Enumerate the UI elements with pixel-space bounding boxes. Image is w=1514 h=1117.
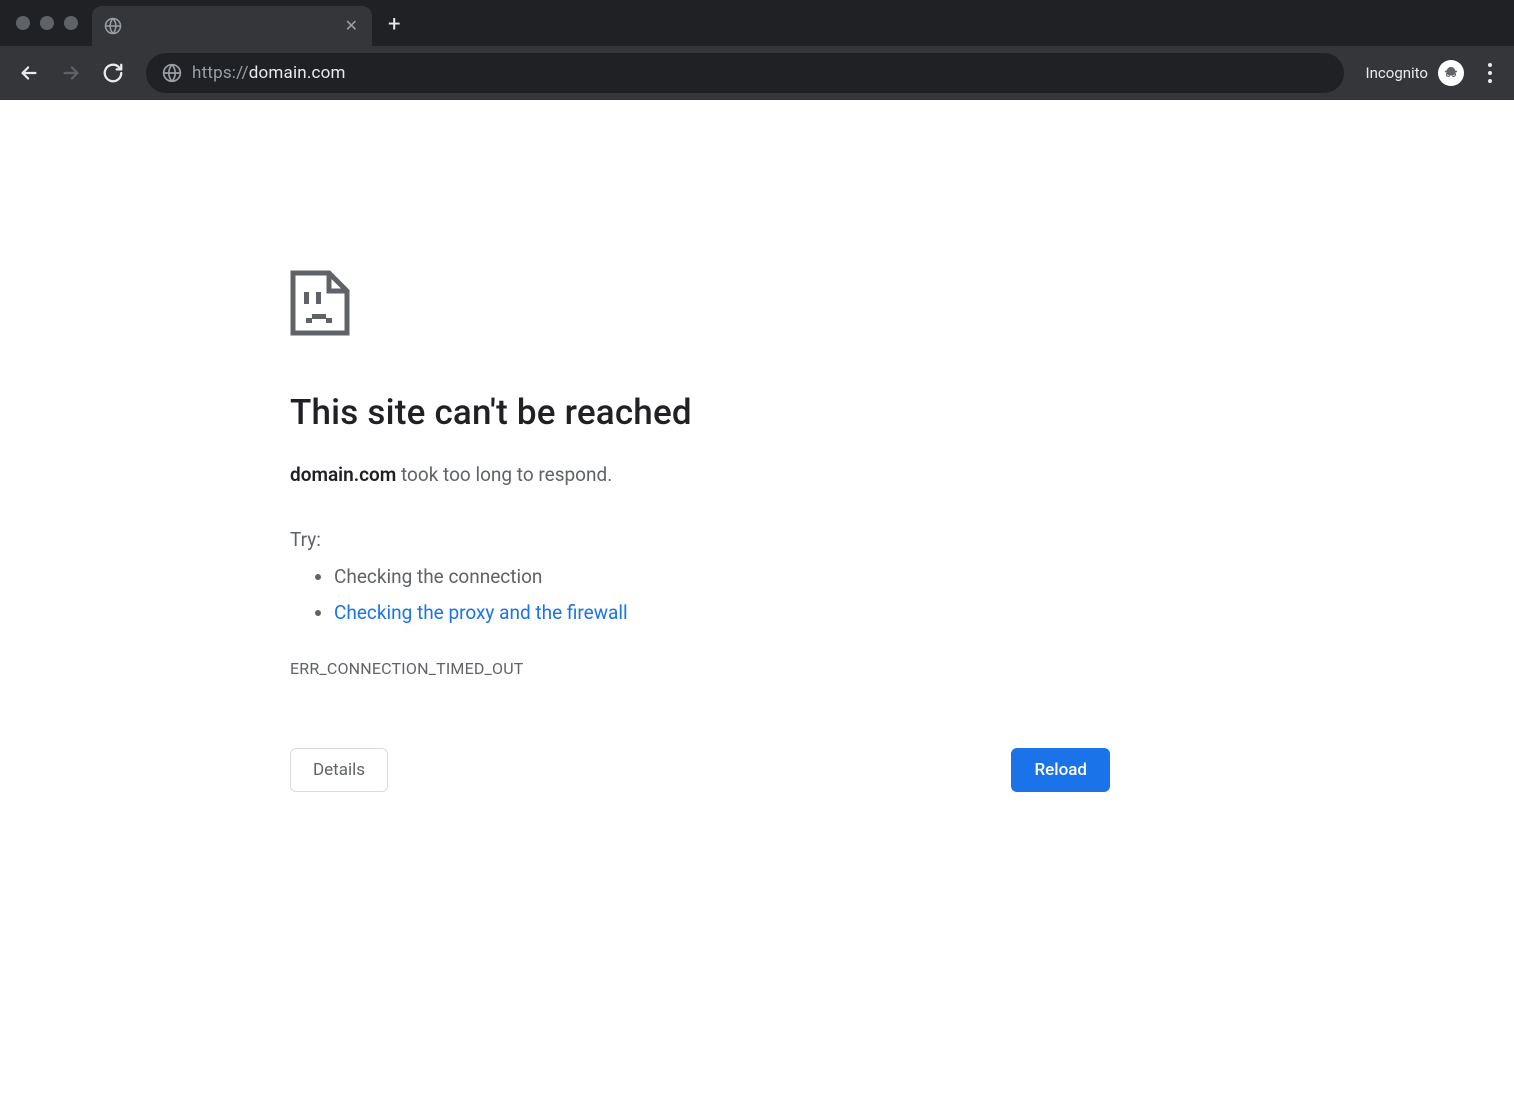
suggestion-check-connection: Checking the connection [334, 565, 542, 588]
error-container: This site can't be reached domain.com to… [290, 270, 1110, 792]
address-bar[interactable]: https://domain.com [146, 53, 1344, 93]
suggestion-item: Checking the connection [334, 559, 1110, 595]
toolbar: https://domain.com Incognito [0, 46, 1514, 100]
new-tab-button[interactable]: + [378, 10, 410, 40]
window-close-button[interactable] [16, 16, 30, 30]
incognito-indicator: Incognito [1360, 60, 1470, 86]
browser-tab[interactable]: ✕ [92, 6, 372, 46]
url-host: domain.com [249, 63, 346, 83]
suggestion-list: Checking the connection Checking the pro… [290, 559, 1110, 631]
error-code: ERR_CONNECTION_TIMED_OUT [290, 659, 1110, 678]
details-button[interactable]: Details [290, 748, 388, 792]
tab-strip: ✕ + [0, 0, 1514, 46]
window-controls [10, 16, 86, 30]
error-message-suffix: took too long to respond. [396, 463, 612, 486]
browser-chrome: ✕ + https://domain.com Incognito [0, 0, 1514, 100]
error-message: domain.com took too long to respond. [290, 461, 1110, 490]
suggestion-check-proxy-link[interactable]: Checking the proxy and the firewall [334, 601, 628, 624]
reload-page-button[interactable]: Reload [1011, 748, 1110, 792]
browser-menu-button[interactable] [1478, 55, 1502, 91]
button-row: Details Reload [290, 748, 1110, 792]
window-minimize-button[interactable] [40, 16, 54, 30]
window-maximize-button[interactable] [64, 16, 78, 30]
incognito-icon[interactable] [1438, 60, 1464, 86]
incognito-label: Incognito [1366, 64, 1428, 82]
globe-icon [104, 17, 122, 35]
globe-icon [162, 63, 182, 83]
error-host: domain.com [290, 463, 396, 486]
error-heading: This site can't be reached [290, 392, 1110, 433]
close-tab-icon[interactable]: ✕ [343, 16, 360, 36]
page-content: This site can't be reached domain.com to… [0, 100, 1514, 1117]
suggestion-item: Checking the proxy and the firewall [334, 595, 1110, 631]
forward-button[interactable] [54, 56, 88, 90]
url-scheme: https:// [192, 63, 249, 83]
sad-page-icon [290, 270, 350, 336]
reload-button[interactable] [96, 56, 130, 90]
back-button[interactable] [12, 56, 46, 90]
url-text: https://domain.com [192, 63, 346, 83]
try-label: Try: [290, 528, 1110, 551]
